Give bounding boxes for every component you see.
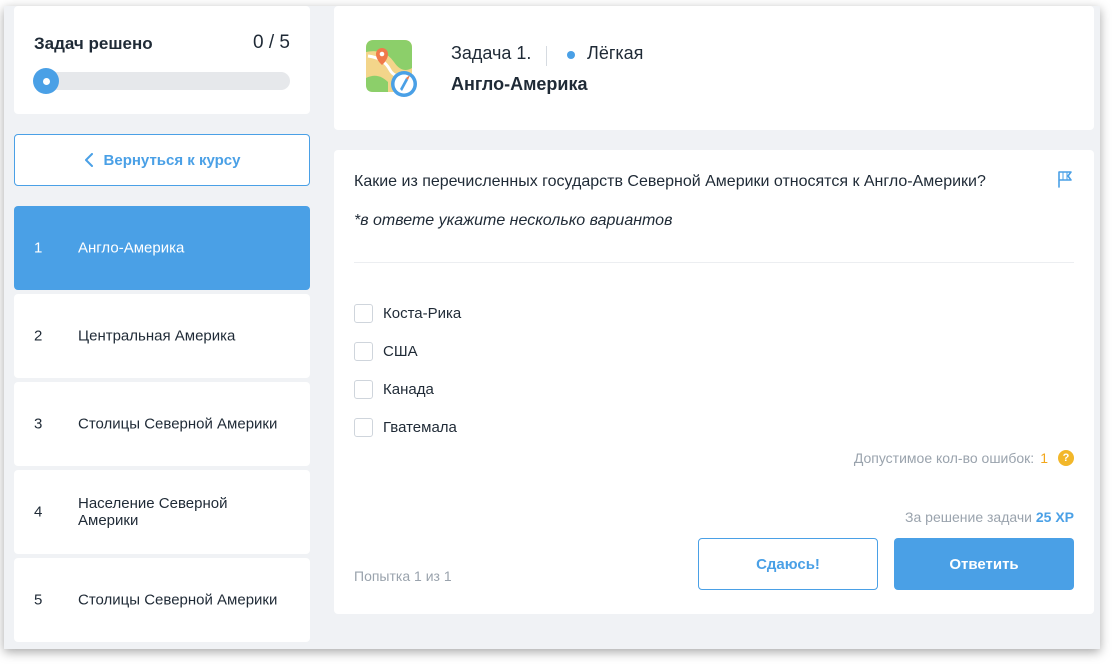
xp-label: За решение задачи <box>905 509 1032 525</box>
xp-value: 25 XP <box>1035 509 1074 525</box>
task-number: 5 <box>34 591 43 609</box>
task-name: Население Северной Америки <box>78 495 228 529</box>
allowed-errors-label: Допустимое кол-во ошибок: <box>853 450 1035 466</box>
answer-options: Коста-Рика США Канада Гватемала <box>354 294 461 446</box>
question-divider <box>354 262 1074 263</box>
task-item-1[interactable]: 1 Англо-Америка <box>14 206 310 290</box>
progress-knob <box>33 68 59 94</box>
progress-bar <box>33 68 290 94</box>
option-costa-rica[interactable]: Коста-Рика <box>354 294 461 332</box>
question-text: Какие из перечисленных государств Северн… <box>354 173 986 190</box>
task-number-label: Задача 1. <box>451 43 532 63</box>
task-title: Англо-Америка <box>451 74 588 94</box>
task-item-3[interactable]: 3 Столицы Северной Америки <box>14 382 310 466</box>
attempt-counter: Попытка 1 из 1 <box>354 568 452 584</box>
task-item-2[interactable]: 2 Центральная Америка <box>14 294 310 378</box>
progress-count: 0 / 5 <box>253 32 290 53</box>
difficulty-label: Лёгкая <box>587 43 644 63</box>
progress-title: Задач решено <box>34 34 153 53</box>
option-checkbox[interactable] <box>354 341 373 361</box>
task-number: 2 <box>34 327 43 345</box>
task-name: Столицы Северной Америки <box>78 591 278 609</box>
answer-button[interactable]: Ответить <box>894 538 1074 590</box>
task-header-card: Задача 1. Лёгкая Англо-Америка <box>334 6 1094 130</box>
question-hint: *в ответе укажите несколько вариантов <box>354 212 673 229</box>
difficulty-dot <box>567 51 575 59</box>
give-up-button[interactable]: Сдаюсь! <box>698 538 878 590</box>
option-label: Канада <box>383 380 434 398</box>
question-card: Какие из перечисленных государств Северн… <box>334 150 1094 614</box>
app-frame: Задач решено 0 / 5 Вернуться к курсу 1 А… <box>4 6 1100 649</box>
option-label: Гватемала <box>383 418 457 436</box>
allowed-errors-value: 1 <box>1040 450 1048 466</box>
task-name: Англо-Америка <box>78 239 185 257</box>
help-icon[interactable]: ? <box>1058 450 1074 466</box>
option-label: США <box>383 342 418 360</box>
xp-reward: За решение задачи 25 XP <box>905 509 1074 525</box>
back-to-course-label: Вернуться к курсу <box>103 151 241 169</box>
task-name: Столицы Северной Америки <box>78 415 278 433</box>
task-list: 1 Англо-Америка 2 Центральная Америка 3 … <box>14 206 310 646</box>
flag-icon[interactable] <box>1056 170 1074 188</box>
progress-card: Задач решено 0 / 5 <box>14 6 310 114</box>
header-separator <box>546 46 547 66</box>
task-number: 1 <box>34 239 43 257</box>
option-guatemala[interactable]: Гватемала <box>354 408 461 446</box>
allowed-errors: Допустимое кол-во ошибок: 1 ? <box>854 450 1074 466</box>
option-checkbox[interactable] <box>354 379 373 399</box>
task-item-5[interactable]: 5 Столицы Северной Америки <box>14 558 310 642</box>
map-compass-icon <box>366 40 417 97</box>
option-label: Коста-Рика <box>383 304 462 322</box>
option-checkbox[interactable] <box>354 303 373 323</box>
task-number: 3 <box>34 415 43 433</box>
option-checkbox[interactable] <box>354 417 373 437</box>
task-item-4[interactable]: 4 Население Северной Америки <box>14 470 310 554</box>
back-to-course-button[interactable]: Вернуться к курсу <box>14 134 310 186</box>
task-name: Центральная Америка <box>78 327 236 345</box>
chevron-left-icon <box>84 153 93 167</box>
option-canada[interactable]: Канада <box>354 370 461 408</box>
task-number: 4 <box>34 503 43 521</box>
option-usa[interactable]: США <box>354 332 461 370</box>
